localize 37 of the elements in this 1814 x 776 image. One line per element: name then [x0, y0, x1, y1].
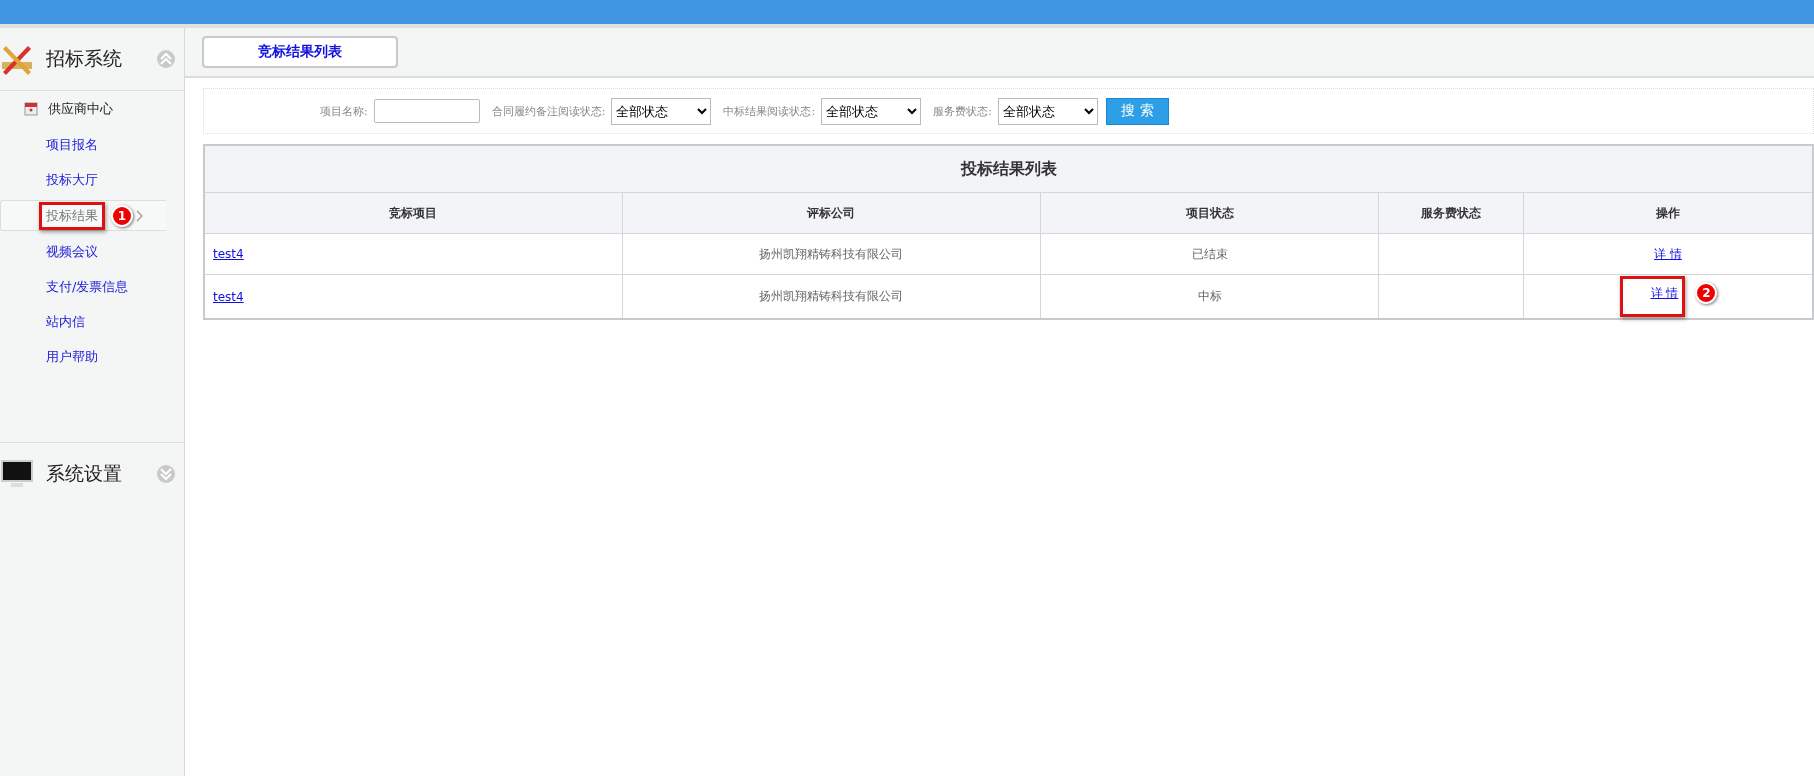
- filter-label: 中标结果阅读状态:: [723, 103, 816, 119]
- section-title[interactable]: 招标系统: [46, 46, 156, 72]
- column-header: 操作: [1523, 192, 1813, 234]
- chevron-right-icon: [136, 209, 144, 222]
- section-title[interactable]: 系统设置: [46, 461, 156, 487]
- step-badge: 1: [111, 204, 133, 227]
- table-cell: 扬州凯翔精铸科技有限公司: [622, 233, 1041, 275]
- sidebar-item[interactable]: 支付/发票信息: [46, 277, 129, 296]
- sidebar-item[interactable]: 视频会议: [46, 242, 98, 261]
- sidebar-item[interactable]: 项目报名: [46, 135, 98, 154]
- expand-icon[interactable]: [156, 464, 176, 484]
- status-dropdown[interactable]: 全部状态: [611, 97, 712, 125]
- column-header: 服务费状态: [1378, 192, 1524, 234]
- sidebar-item[interactable]: 用户帮助: [46, 347, 98, 366]
- column-header: 竞标项目: [204, 192, 623, 234]
- details-link[interactable]: 详 情: [1654, 246, 1682, 261]
- status-dropdown[interactable]: 全部状态: [821, 97, 922, 125]
- column-header: 评标公司: [622, 192, 1041, 234]
- column-header: 项目状态: [1040, 192, 1379, 234]
- status-dropdown[interactable]: 全部状态: [997, 97, 1098, 125]
- sidebar-item[interactable]: 站内信: [46, 312, 85, 331]
- filter-label: 服务费状态:: [933, 103, 992, 119]
- sidebar-item[interactable]: 投标结果: [39, 201, 105, 230]
- step-badge: 2: [1695, 282, 1718, 304]
- details-link[interactable]: 详 情: [1619, 276, 1686, 317]
- table-title: 投标结果列表: [204, 145, 1813, 193]
- collapse-icon[interactable]: [156, 49, 176, 69]
- input-field[interactable]: [373, 99, 480, 123]
- group-label: 供应商中心: [48, 100, 113, 118]
- tab[interactable]: 竞标结果列表: [202, 36, 398, 68]
- table-cell: 已结束: [1040, 233, 1379, 275]
- project-link[interactable]: test4: [213, 247, 244, 261]
- sidebar-item[interactable]: 投标大厅: [46, 170, 98, 189]
- project-link[interactable]: test4: [213, 289, 244, 304]
- filter-label: 项目名称:: [320, 103, 368, 119]
- filter-label: 合同履约备注阅读状态:: [491, 103, 606, 119]
- calendar-icon: [24, 102, 38, 116]
